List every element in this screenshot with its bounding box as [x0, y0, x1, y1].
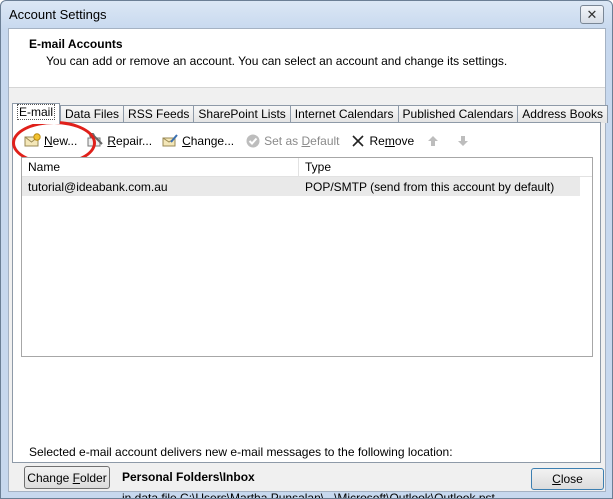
repair-button[interactable]: Repair... [82, 130, 157, 152]
window-close-button[interactable]: ✕ [580, 5, 604, 24]
close-icon: ✕ [586, 6, 598, 22]
header-title: E-mail Accounts [29, 37, 123, 51]
list-header: Name Type [22, 158, 592, 177]
set-as-default-button[interactable]: Set as Default [239, 130, 344, 152]
header-subtitle: You can add or remove an account. You ca… [46, 54, 508, 68]
tab-published-calendars[interactable]: Published Calendars [397, 105, 518, 123]
accounts-list: Name Type tutorial@ideabank.com.au POP/S… [21, 157, 593, 357]
arrow-down-icon [454, 133, 471, 149]
account-name-cell: tutorial@ideabank.com.au [28, 180, 168, 194]
new-account-icon [24, 133, 41, 149]
move-up-button[interactable] [419, 130, 449, 152]
close-button-label: Close [552, 472, 583, 486]
tab-data-files[interactable]: Data Files [60, 105, 124, 123]
new-account-label: New... [44, 134, 78, 148]
change-icon [162, 133, 179, 149]
new-account-button[interactable]: New... [12, 121, 96, 165]
repair-label: Repair... [107, 134, 153, 148]
dialog-header: E-mail Accounts You can add or remove an… [9, 29, 605, 88]
move-down-button[interactable] [449, 130, 479, 152]
column-divider[interactable] [298, 158, 299, 176]
tab-strip: E-mail Data Files RSS Feeds SharePoint L… [12, 103, 608, 124]
tab-sharepoint-lists[interactable]: SharePoint Lists [193, 105, 290, 123]
remove-button[interactable]: Remove [345, 130, 420, 152]
repair-icon [87, 133, 104, 149]
delivery-folder-name: Personal Folders\Inbox [122, 470, 255, 484]
change-folder-label: Change Folder [27, 470, 107, 485]
change-folder-button[interactable]: Change Folder [24, 466, 110, 489]
column-header-type[interactable]: Type [305, 160, 331, 174]
account-settings-window: Account Settings ✕ E-mail Accounts You c… [0, 0, 613, 499]
email-tab-panel: New... Repair... Change... Set as Defaul… [12, 121, 601, 498]
x-icon [350, 133, 367, 149]
delivery-description: Selected e-mail account delivers new e-m… [29, 445, 453, 459]
account-type-cell: POP/SMTP (send from this account by defa… [305, 180, 555, 194]
change-label: Change... [182, 134, 235, 148]
close-button[interactable]: Close [531, 468, 604, 490]
delivery-folder-path: in data file C:\Users\Martha Punsalan\..… [122, 491, 495, 499]
remove-label: Remove [369, 134, 415, 148]
window-title: Account Settings [9, 7, 107, 22]
set-as-default-label: Set as Default [264, 134, 340, 148]
change-button[interactable]: Change... [157, 130, 239, 152]
column-header-name[interactable]: Name [28, 160, 60, 174]
account-toolbar: New... Repair... Change... Set as Defaul… [12, 121, 479, 165]
arrow-up-icon [424, 133, 441, 149]
tab-email-label: E-mail [17, 104, 56, 120]
tab-address-books[interactable]: Address Books [517, 105, 608, 123]
tab-rss-feeds[interactable]: RSS Feeds [123, 105, 194, 123]
title-bar[interactable]: Account Settings ✕ [1, 1, 612, 29]
tab-email[interactable]: E-mail [12, 103, 61, 124]
table-row[interactable]: tutorial@ideabank.com.au POP/SMTP (send … [22, 177, 580, 196]
tab-internet-calendars[interactable]: Internet Calendars [289, 105, 398, 123]
dialog-client-area: E-mail Accounts You can add or remove an… [8, 28, 608, 498]
checkmark-circle-icon [244, 133, 261, 149]
